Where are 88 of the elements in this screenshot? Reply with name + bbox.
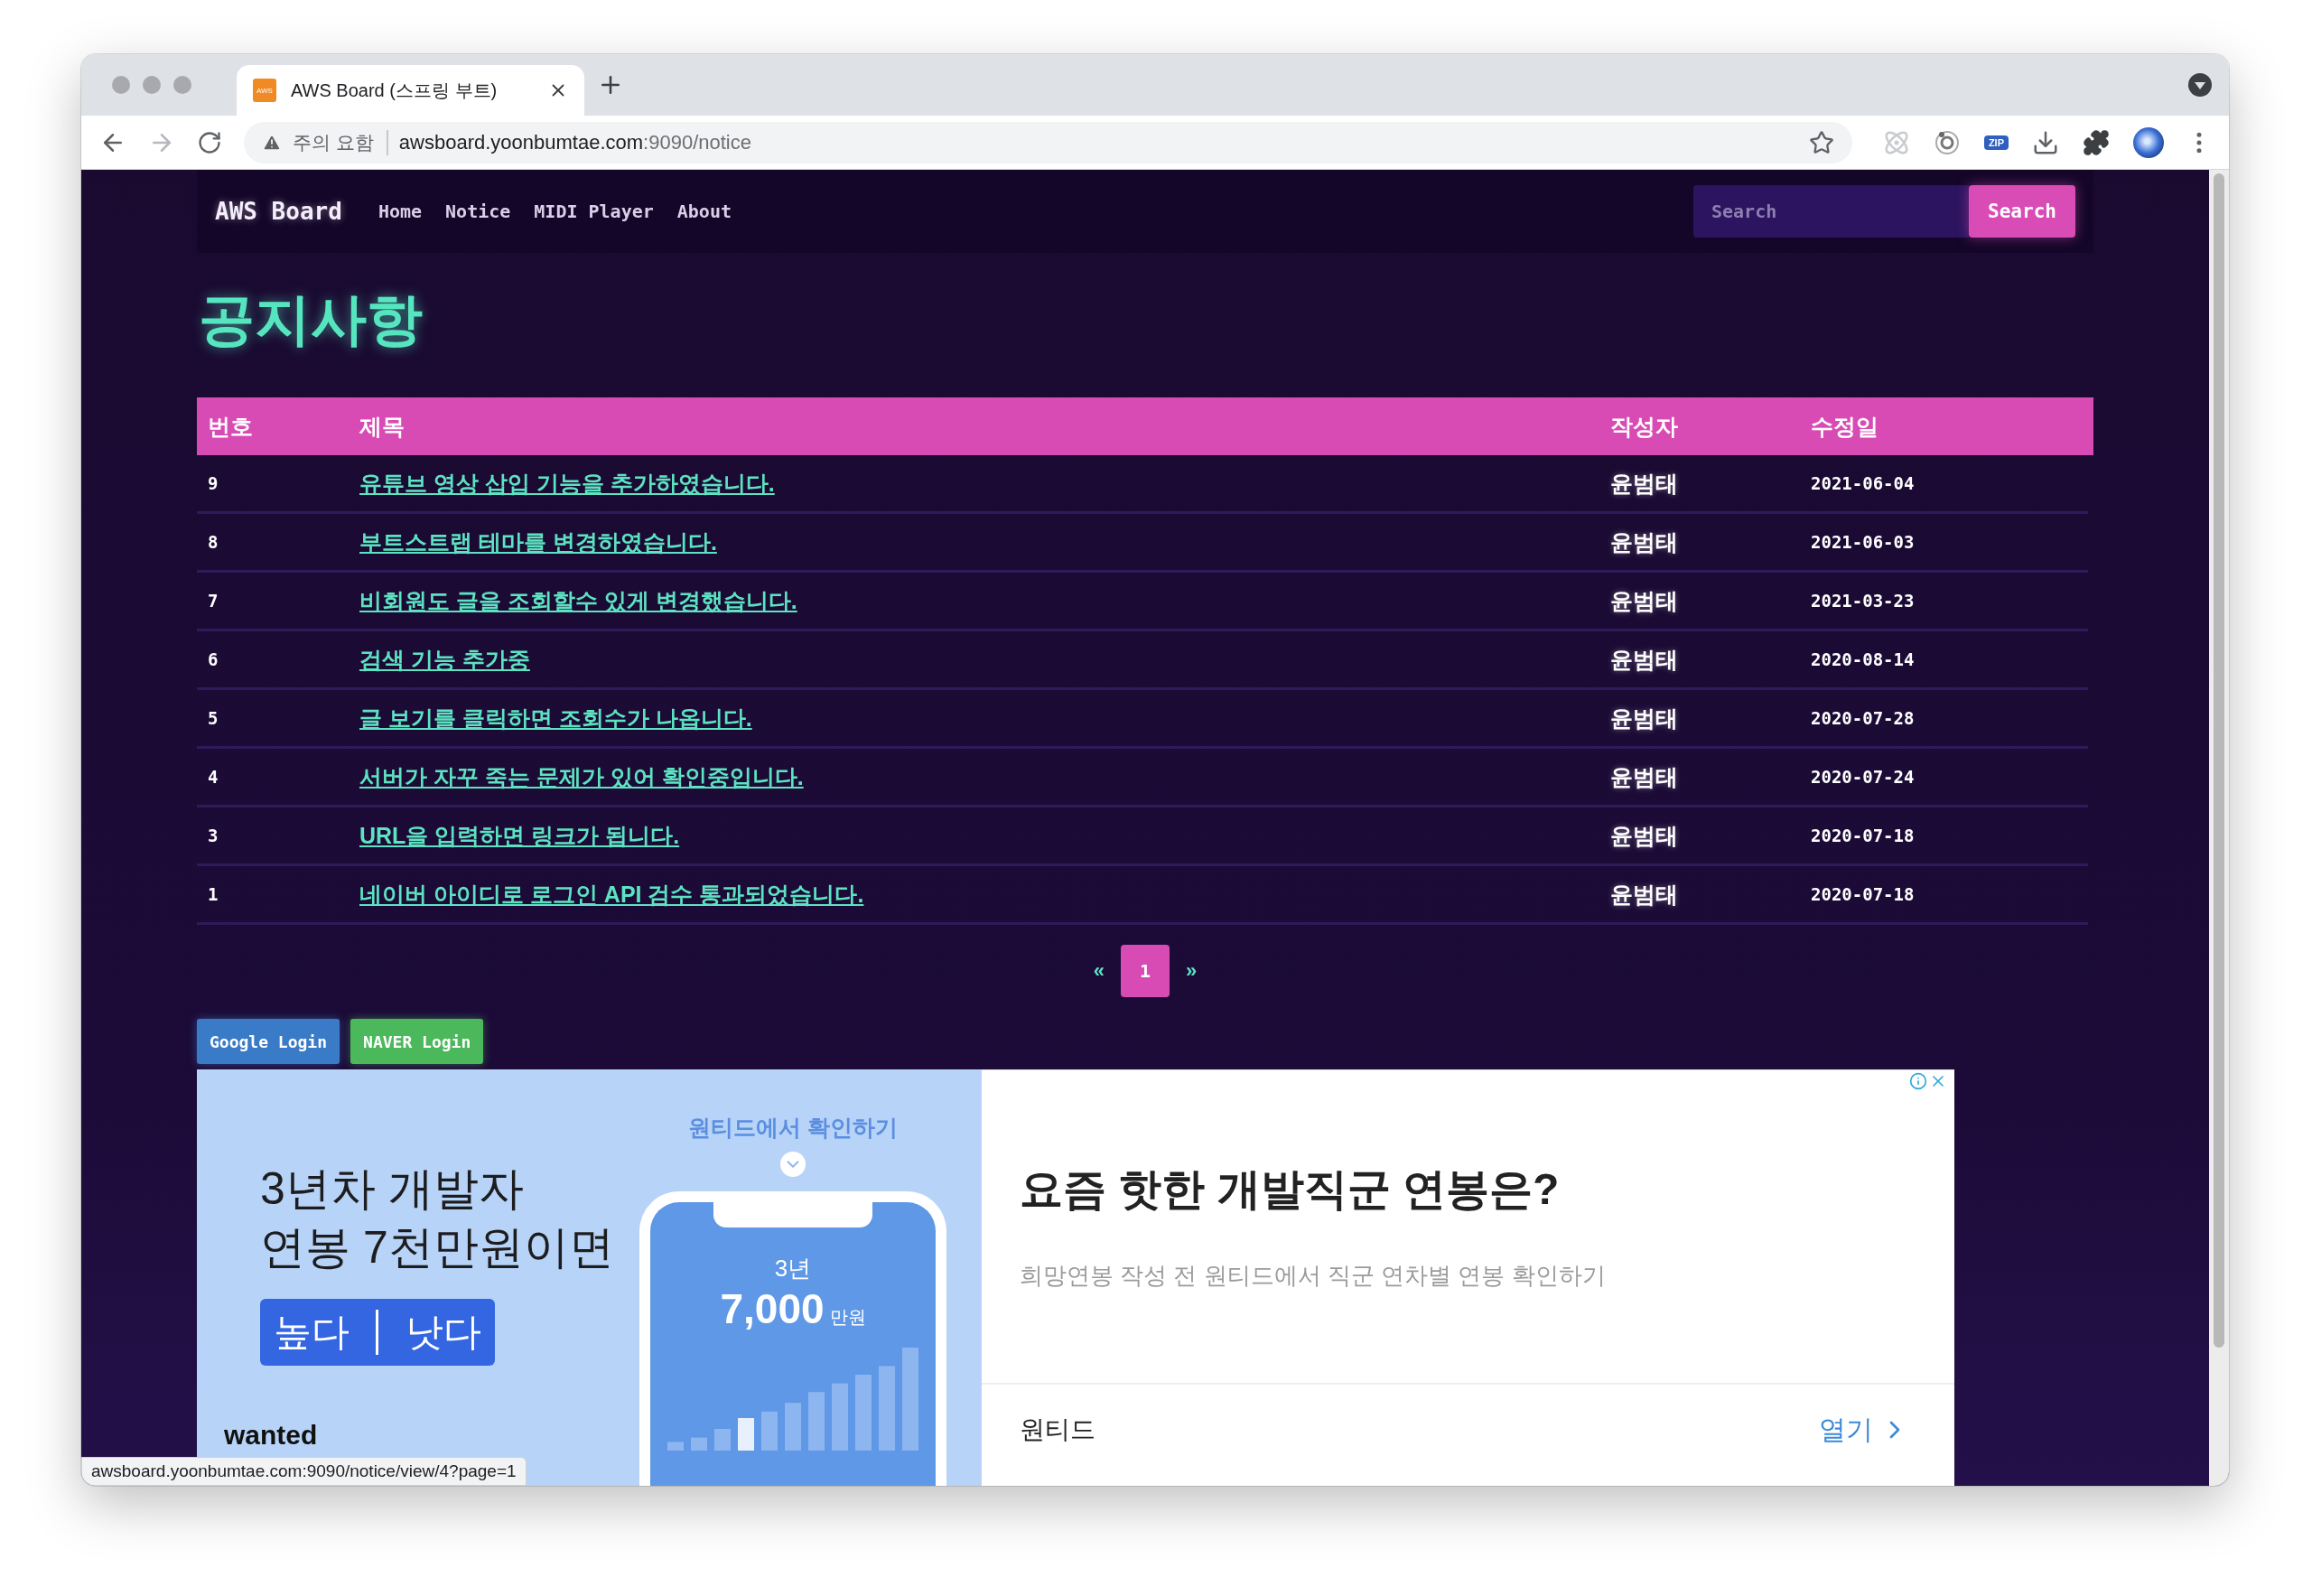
author-name: 윤범태: [1610, 762, 1679, 791]
chart-bar: [691, 1437, 707, 1451]
post-number: 5: [208, 708, 219, 729]
phone-year: 3년: [774, 1254, 812, 1284]
chart-bar: [738, 1418, 754, 1451]
post-number: 8: [208, 532, 219, 553]
advertiser-name: 원티드: [1020, 1414, 1095, 1446]
security-label: 주의 요함: [293, 129, 388, 155]
post-title-link[interactable]: 검색 기능 추가중: [359, 644, 530, 675]
post-number: 3: [208, 826, 219, 846]
modified-date: 2020-07-28: [1811, 708, 1916, 729]
browser-tab[interactable]: AWS AWS Board (스프링 부트): [237, 65, 584, 116]
modified-date: 2020-07-24: [1811, 767, 1916, 788]
open-link[interactable]: 열기: [1819, 1411, 1909, 1449]
brand-logo[interactable]: AWS Board: [215, 198, 342, 225]
modified-date: 2021-03-23: [1811, 591, 1916, 611]
next-page-link[interactable]: »: [1186, 959, 1198, 984]
extensions-icon[interactable]: [2083, 128, 2110, 156]
search-field[interactable]: Search: [1693, 185, 1969, 238]
banner-headline: 3년차 개발자: [260, 1162, 525, 1217]
url-text: awsboard.yoonbumtae.com:9090/notice: [398, 130, 752, 154]
login-button[interactable]: Google Login: [197, 1019, 340, 1065]
reload-icon[interactable]: [197, 129, 222, 155]
nav-link[interactable]: About: [676, 201, 732, 222]
choice-label: 높다: [273, 1310, 350, 1356]
search-button[interactable]: Search: [1969, 185, 2075, 238]
column-header: 제목: [359, 412, 406, 441]
post-title-link[interactable]: URL을 입력하면 링크가 됩니다.: [359, 820, 680, 851]
post-number: 6: [208, 649, 219, 670]
modified-date: 2020-07-18: [1811, 884, 1916, 905]
author-name: 윤범태: [1610, 821, 1679, 850]
chart-bar: [761, 1412, 778, 1451]
window-zoom-dot[interactable]: [173, 76, 191, 94]
modified-date: 2021-06-03: [1811, 532, 1916, 553]
address-bar[interactable]: 주의 요함 awsboard.yoonbumtae.com:9090/notice: [244, 121, 1852, 163]
modified-date: 2021-06-04: [1811, 473, 1916, 494]
previous-page-link[interactable]: «: [1093, 959, 1105, 984]
tab-title: AWS Board (스프링 부트): [291, 79, 499, 102]
post-title-link[interactable]: 서버가 자꾸 죽는 문제가 있어 확인중입니다.: [359, 761, 804, 792]
post-title-link[interactable]: 비회원도 글을 조회할수 있게 변경했습니다.: [359, 585, 797, 616]
salary-unit: 만원: [829, 1306, 866, 1330]
author-name: 윤범태: [1610, 527, 1679, 556]
nav-link[interactable]: Notice: [445, 201, 511, 222]
favicon: AWS: [253, 79, 276, 102]
post-number: 1: [208, 884, 219, 905]
salary-amount: 7,000: [720, 1284, 825, 1334]
window-minimize-dot[interactable]: [143, 76, 161, 94]
scrollbar[interactable]: [2209, 170, 2229, 1486]
target-icon[interactable]: [1933, 128, 1961, 156]
chart-bar: [714, 1429, 731, 1451]
modified-date: 2020-07-18: [1811, 826, 1916, 846]
author-name: 윤범태: [1610, 586, 1679, 615]
profile-avatar[interactable]: [2133, 126, 2164, 158]
post-title-link[interactable]: 글 보기를 클릭하면 조회수가 나옵니다.: [359, 703, 752, 733]
nav-link[interactable]: Home: [378, 201, 423, 222]
ad-description: 희망연봉 작성 전 원티드에서 직군 연차별 연봉 확인하기: [1020, 1261, 1607, 1292]
column-header: 작성자: [1610, 412, 1679, 441]
author-name: 윤범태: [1610, 880, 1679, 909]
brand-logo: wanted: [224, 1420, 319, 1451]
page-title: 공지사항: [199, 289, 424, 351]
tab-search-icon[interactable]: [2187, 72, 2213, 98]
page-number[interactable]: 1: [1121, 945, 1170, 998]
banner-cta: 원티드에서 확인하기: [688, 1114, 898, 1143]
column-header: 수정일: [1811, 412, 1879, 441]
chart-bar: [785, 1403, 801, 1451]
chart-bar: [667, 1442, 684, 1451]
author-name: 윤범태: [1610, 469, 1679, 498]
status-bar: awsboard.yoonbumtae.com:9090/notice/view/4?page=1: [81, 1457, 527, 1486]
choice-label: 낫다: [406, 1310, 482, 1356]
nav-link[interactable]: MIDI Player: [534, 201, 654, 222]
banner-headline: 연봉 7천만원이면: [260, 1221, 615, 1275]
post-title-link[interactable]: 네이버 아이디로 로그인 API 검수 통과되었습니다.: [359, 879, 864, 910]
post-title-link[interactable]: 부트스트랩 테마를 변경하였습니다.: [359, 527, 717, 557]
post-number: 7: [208, 591, 219, 611]
info-icon[interactable]: [1909, 1072, 1927, 1091]
modified-date: 2020-08-14: [1811, 649, 1916, 670]
author-name: 윤범태: [1610, 704, 1679, 733]
column-header: 번호: [208, 412, 254, 441]
window-close-dot[interactable]: [112, 76, 130, 94]
author-name: 윤범태: [1610, 645, 1679, 674]
ad-title[interactable]: 요즘 핫한 개발직군 연봉은?: [1020, 1161, 1918, 1219]
chart-bar: [808, 1392, 825, 1451]
extension-badge[interactable]: ZIP: [1983, 135, 2009, 150]
chevron-down-icon: [780, 1152, 806, 1178]
post-number: 4: [208, 767, 219, 788]
post-title-link[interactable]: 유튜브 영상 삽입 기능을 추가하였습니다.: [359, 468, 775, 499]
post-number: 9: [208, 473, 219, 494]
bookmark-star-icon[interactable]: [1808, 129, 1834, 155]
